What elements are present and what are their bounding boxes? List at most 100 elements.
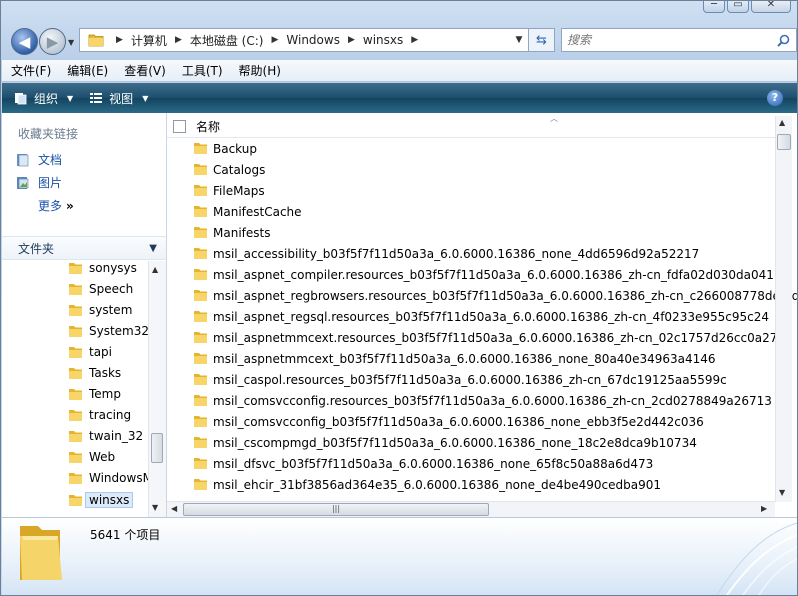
menu-file[interactable]: 文件(F) — [11, 62, 51, 79]
list-item[interactable]: msil_aspnet_regbrowsers.resources_b03f5f… — [193, 285, 797, 306]
breadcrumb-separator-icon[interactable]: ▶ — [271, 35, 278, 45]
organize-label: 组织 — [34, 91, 59, 106]
tree-item-selected[interactable]: winsxs — [68, 492, 134, 508]
folder-icon — [69, 367, 82, 379]
tree-item[interactable]: tracing — [68, 408, 131, 422]
tree-item-label: Speech — [89, 282, 134, 296]
caption-buttons: ─ ▭ ✕ — [703, 1, 791, 13]
tree-item[interactable]: system — [68, 303, 132, 317]
refresh-button[interactable]: ⇆ — [529, 28, 555, 52]
address-dropdown-icon[interactable]: ▼ — [510, 35, 528, 45]
tree-item[interactable]: Tasks — [68, 366, 121, 380]
scroll-down-icon[interactable]: ▼ — [779, 488, 785, 497]
breadcrumb-local-disk[interactable]: 本地磁盘 (C:) — [190, 32, 264, 49]
scroll-left-icon[interactable]: ◀ — [171, 504, 177, 513]
list-item[interactable]: Manifests — [193, 222, 270, 243]
explorer-window: ─ ▭ ✕ ◀ ▶ ▼ ▶ 计算机 ▶ 本地磁盘 (C:) ▶ Windows … — [0, 0, 798, 596]
tree-item[interactable]: twain_32 — [68, 429, 143, 443]
file-list-vertical-scrollbar[interactable]: ▲ ▼ — [775, 116, 792, 502]
list-item-label: msil_ehcir_31bf3856ad364e35_6.0.6000.163… — [213, 477, 662, 492]
search-icon[interactable] — [777, 34, 790, 47]
close-button[interactable]: ✕ — [751, 1, 791, 13]
scroll-thumb[interactable] — [151, 433, 163, 463]
list-item[interactable]: FileMaps — [193, 180, 265, 201]
menu-tools[interactable]: 工具(T) — [182, 62, 223, 79]
item-count: 5641 个项目 — [90, 528, 161, 542]
list-item[interactable]: msil_aspnet_regsql.resources_b03f5f7f11d… — [193, 306, 769, 327]
breadcrumb-computer[interactable]: 计算机 — [131, 32, 167, 49]
list-item[interactable]: msil_aspnet_compiler.resources_b03f5f7f1… — [193, 264, 782, 285]
maximize-button[interactable]: ▭ — [727, 1, 749, 13]
favorite-documents[interactable]: 文档 — [16, 151, 62, 168]
scroll-thumb[interactable]: ||| — [183, 503, 489, 516]
list-item[interactable]: Backup — [193, 138, 257, 159]
folder-icon — [194, 311, 207, 322]
breadcrumb-separator-icon[interactable]: ▶ — [116, 35, 123, 45]
organize-button[interactable]: 组织 ▼ — [14, 90, 73, 107]
back-button[interactable]: ◀ — [11, 28, 38, 55]
breadcrumb-separator-icon[interactable]: ▶ — [411, 35, 418, 45]
list-item[interactable]: msil_comsvcconfig_b03f5f7f11d50a3a_6.0.6… — [193, 411, 704, 432]
list-item[interactable]: msil_accessibility_b03f5f7f11d50a3a_6.0.… — [193, 243, 699, 264]
folder-icon — [194, 437, 207, 448]
address-bar[interactable]: ▶ 计算机 ▶ 本地磁盘 (C:) ▶ Windows ▶ winsxs ▶ ▼ — [79, 28, 529, 52]
tree-item[interactable]: Speech — [68, 282, 133, 296]
scroll-right-icon[interactable]: ▶ — [761, 504, 767, 513]
tree-item[interactable]: tapi — [68, 345, 112, 359]
file-list-horizontal-scrollbar[interactable]: ◀ ||| ▶ — [167, 501, 775, 517]
folders-header[interactable]: 文件夹 ▼ — [2, 236, 166, 260]
views-button[interactable]: 视图 ▼ — [89, 90, 148, 107]
menu-view[interactable]: 查看(V) — [124, 62, 166, 79]
breadcrumb-separator-icon[interactable]: ▶ — [348, 35, 355, 45]
tree-item[interactable]: Web — [68, 450, 115, 464]
folder-tree-scrollbar[interactable]: ▲ ▼ — [148, 261, 166, 517]
list-item[interactable]: msil_dfsvc_b03f5f7f11d50a3a_6.0.6000.163… — [193, 453, 653, 474]
folder-icon — [194, 395, 207, 406]
views-icon — [90, 93, 103, 103]
tree-item-label: twain_32 — [89, 429, 144, 443]
organize-icon — [15, 93, 27, 105]
search-input[interactable] — [567, 33, 767, 47]
help-icon[interactable]: ? — [767, 90, 783, 106]
more-link[interactable]: 更多» — [38, 197, 74, 214]
breadcrumb-winsxs[interactable]: winsxs — [363, 33, 403, 47]
menu-edit[interactable]: 编辑(E) — [67, 62, 108, 79]
scroll-up-icon[interactable]: ▲ — [152, 265, 158, 274]
folder-icon — [69, 409, 82, 421]
list-item[interactable]: Catalogs — [193, 159, 265, 180]
tree-item[interactable]: sonysys — [68, 261, 137, 275]
list-item[interactable]: msil_aspnetmmcext.resources_b03f5f7f11d5… — [193, 327, 777, 348]
tree-item-label: tracing — [89, 408, 132, 422]
breadcrumb-windows[interactable]: Windows — [286, 33, 340, 47]
favorite-pictures[interactable]: 图片 — [16, 174, 62, 191]
forward-arrow-icon: ▶ — [46, 32, 59, 51]
list-item[interactable]: ManifestCache — [193, 201, 302, 222]
menu-help[interactable]: 帮助(H) — [239, 62, 281, 79]
select-all-checkbox[interactable] — [173, 120, 186, 133]
folder-icon — [88, 34, 104, 47]
tree-item[interactable]: WindowsMobile — [68, 471, 148, 485]
list-item[interactable]: msil_caspol.resources_b03f5f7f11d50a3a_6… — [193, 369, 727, 390]
breadcrumb-separator-icon[interactable]: ▶ — [175, 35, 182, 45]
scroll-down-icon[interactable]: ▼ — [152, 503, 158, 512]
tree-item[interactable]: Temp — [68, 387, 121, 401]
column-header-name[interactable]: 名称 — [167, 116, 777, 138]
search-box[interactable] — [561, 28, 797, 52]
forward-button[interactable]: ▶ — [39, 28, 66, 55]
folder-icon — [69, 262, 82, 274]
tree-item[interactable]: System32 — [68, 324, 148, 338]
scroll-thumb[interactable] — [777, 134, 791, 150]
navigation-pane: 收藏夹链接 文档 图片 更多» 文件夹 ▼ sonysys Speech sys… — [2, 113, 167, 517]
recent-pages-dropdown[interactable]: ▼ — [68, 38, 74, 47]
list-item[interactable]: msil_cscompmgd_b03f5f7f11d50a3a_6.0.6000… — [193, 432, 697, 453]
list-item[interactable]: msil_comsvcconfig.resources_b03f5f7f11d5… — [193, 390, 772, 411]
scroll-up-icon[interactable]: ▲ — [779, 118, 785, 127]
list-item[interactable]: msil_aspnetmmcext_b03f5f7f11d50a3a_6.0.6… — [193, 348, 716, 369]
list-item-label: Backup — [213, 141, 257, 156]
list-item-label: msil_aspnet_regsql.resources_b03f5f7f11d… — [213, 309, 769, 324]
folder-icon — [69, 283, 82, 295]
minimize-button[interactable]: ─ — [703, 1, 725, 13]
list-item[interactable]: msil_ehcir_31bf3856ad364e35_6.0.6000.163… — [193, 474, 661, 495]
tree-item-label: Tasks — [89, 366, 122, 380]
list-item-label: msil_accessibility_b03f5f7f11d50a3a_6.0.… — [213, 246, 700, 261]
